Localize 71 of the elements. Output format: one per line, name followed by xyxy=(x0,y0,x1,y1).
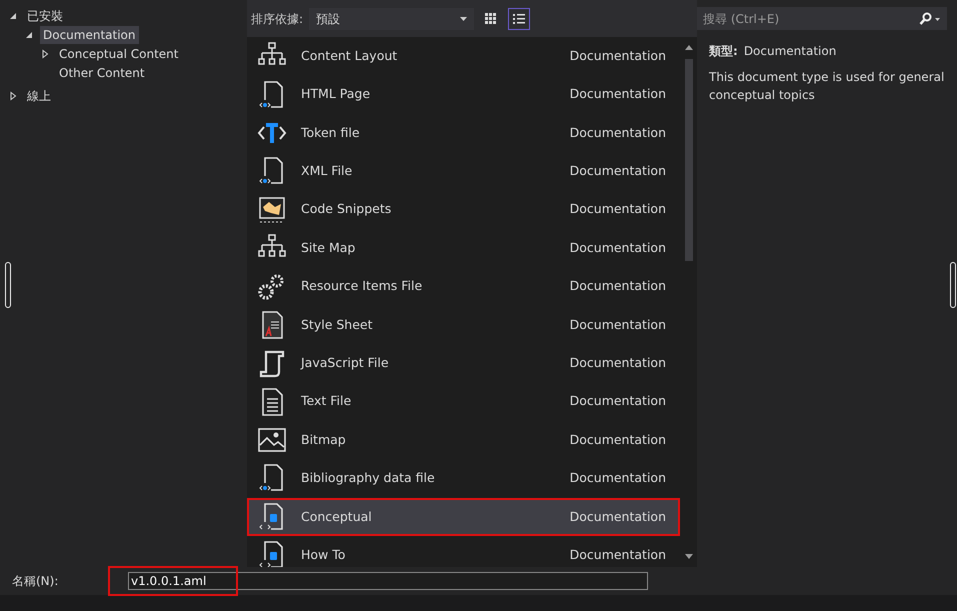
name-field[interactable]: v1.0.0.1.aml xyxy=(128,572,648,590)
template-category: Documentation xyxy=(570,508,666,526)
template-name: XML File xyxy=(301,162,354,180)
template-name: Bibliography data file xyxy=(301,469,436,488)
template-row[interactable]: Site Map Documentation xyxy=(247,228,680,268)
template-category: Documentation xyxy=(570,546,666,564)
tree-item[interactable]: 線上 xyxy=(24,86,54,104)
template-name: JavaScript File xyxy=(301,354,390,372)
collapsed-arrow-icon[interactable] xyxy=(40,48,50,58)
name-label: 名稱(N): xyxy=(11,573,60,590)
template-name: Bitmap xyxy=(301,430,347,449)
template-category: Documentation xyxy=(570,200,666,218)
template-name: Text File xyxy=(301,392,352,410)
snippet-icon xyxy=(257,194,287,225)
tree-item[interactable]: Conceptual Content xyxy=(56,44,182,62)
template-row[interactable]: Token file Documentation xyxy=(247,114,680,152)
search-field[interactable]: 搜尋 (Ctrl+E) xyxy=(697,7,947,30)
template-row[interactable]: XML File Documentation xyxy=(247,152,680,191)
template-category: Documentation xyxy=(570,316,666,334)
template-row[interactable]: HTML Page Documentation xyxy=(247,75,680,114)
scroll-up-icon[interactable] xyxy=(684,43,694,51)
splitter-handle[interactable] xyxy=(950,262,956,308)
list-icon xyxy=(512,12,526,26)
template-row[interactable]: Resource Items File Documentation xyxy=(247,267,680,306)
collapsed-arrow-icon[interactable] xyxy=(8,90,18,100)
template-name: Content Layout xyxy=(301,46,398,65)
template-category: Documentation xyxy=(570,469,666,488)
template-row[interactable]: Code Snippets Documentation xyxy=(247,190,680,229)
description-text: This document type is used for general conceptual topics xyxy=(709,69,945,104)
caret-icon[interactable] xyxy=(460,16,468,20)
tree-item[interactable]: Documentation xyxy=(40,26,139,44)
tree-item[interactable]: 已安裝 xyxy=(24,6,66,24)
template-name: Token file xyxy=(301,124,361,142)
template-category: Documentation xyxy=(570,277,666,296)
template-name: Conceptual xyxy=(301,508,373,526)
template-name: Style Sheet xyxy=(301,316,374,334)
template-category: Documentation xyxy=(570,85,666,104)
template-category: Documentation xyxy=(570,354,666,372)
template-name: Site Map xyxy=(301,238,356,257)
expanded-arrow-icon[interactable] xyxy=(24,30,34,40)
expanded-arrow-icon[interactable] xyxy=(8,10,18,20)
template-row[interactable]: Conceptual Documentation xyxy=(247,498,680,536)
scroll-down-icon[interactable] xyxy=(684,553,694,561)
template-category: Documentation xyxy=(570,124,666,142)
template-category: Documentation xyxy=(570,162,666,180)
tree-item[interactable]: Other Content xyxy=(56,64,148,82)
template-row[interactable]: JavaScript File Documentation xyxy=(247,344,680,383)
template-category: Documentation xyxy=(570,430,666,449)
template-name: HTML Page xyxy=(301,85,372,104)
template-name: Resource Items File xyxy=(301,277,424,296)
search-icon[interactable] xyxy=(919,12,941,26)
template-row[interactable]: Bibliography data file Documentation xyxy=(247,459,680,498)
template-name: Code Snippets xyxy=(301,200,392,218)
sort-dropdown[interactable]: 預設 xyxy=(309,8,474,30)
template-category: Documentation xyxy=(570,392,666,410)
list-view-button[interactable] xyxy=(508,8,530,30)
template-category: Documentation xyxy=(570,238,666,257)
template-name: How To xyxy=(301,546,346,564)
grid-icon xyxy=(484,12,498,26)
template-row[interactable]: How To Documentation xyxy=(247,536,680,567)
template-category: Documentation xyxy=(570,46,666,65)
splitter-handle[interactable] xyxy=(5,262,11,308)
template-row[interactable]: Content Layout Documentation xyxy=(247,37,680,76)
scroll-icon xyxy=(257,348,287,378)
sort-label: 排序依據: xyxy=(251,10,304,28)
type-value: Documentation xyxy=(744,44,836,58)
template-row[interactable]: Style Sheet Documentation xyxy=(247,306,680,344)
template-row[interactable]: Text File Documentation xyxy=(247,382,680,421)
scrollbar-thumb[interactable] xyxy=(684,59,692,261)
type-label: 類型: xyxy=(709,44,738,58)
template-row[interactable]: Bitmap Documentation xyxy=(247,420,680,460)
